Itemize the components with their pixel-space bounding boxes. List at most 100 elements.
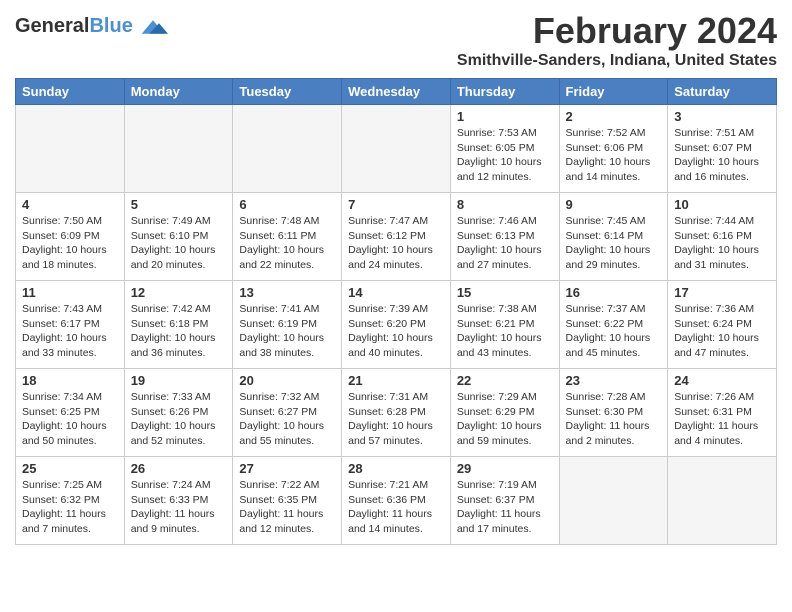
calendar-cell: 12 Sunrise: 7:42 AM Sunset: 6:18 PM Dayli… [124,281,233,369]
calendar-cell: 20Sunrise: 7:32 AM Sunset: 6:27 PM Dayli… [233,369,342,457]
calendar-cell: 18 Sunrise: 7:34 AM Sunset: 6:25 PM Dayli… [16,369,125,457]
day-info: Sunrise: 7:19 AM Sunset: 6:37 PM Dayligh… [457,478,553,537]
calendar-cell: 3 Sunrise: 7:51 AM Sunset: 6:07 PM Daylig… [668,105,777,193]
logo-text: GeneralBlue [15,15,133,38]
calendar-cell: 17 Sunrise: 7:36 AM Sunset: 6:24 PM Dayli… [668,281,777,369]
day-info: Sunrise: 7:45 AM Sunset: 6:14 PM Dayligh… [566,214,662,273]
day-number: 25 [22,461,118,476]
header-thursday: Thursday [450,79,559,105]
day-number: 2 [566,109,662,124]
week-row-1: 1 Sunrise: 7:53 AM Sunset: 6:05 PM Daylig… [16,105,777,193]
day-number: 27 [239,461,335,476]
day-info: Sunrise: 7:24 AM Sunset: 6:33 PM Dayligh… [131,478,227,537]
week-row-4: 18 Sunrise: 7:34 AM Sunset: 6:25 PM Dayli… [16,369,777,457]
calendar-cell: 14 Sunrise: 7:39 AM Sunset: 6:20 PM Dayli… [342,281,451,369]
day-number: 26 [131,461,227,476]
calendar-cell: 7 Sunrise: 7:47 AM Sunset: 6:12 PM Daylig… [342,193,451,281]
calendar-cell: 4 Sunrise: 7:50 AM Sunset: 6:09 PM Daylig… [16,193,125,281]
calendar-cell: 11Sunrise: 7:43 AM Sunset: 6:17 PM Dayli… [16,281,125,369]
calendar-cell: 13 Sunrise: 7:41 AM Sunset: 6:19 PM Dayli… [233,281,342,369]
day-number: 1 [457,109,553,124]
day-info: Sunrise: 7:29 AM Sunset: 6:29 PM Dayligh… [457,390,553,449]
calendar-cell: 10 Sunrise: 7:44 AM Sunset: 6:16 PM Dayli… [668,193,777,281]
day-number: 23 [566,373,662,388]
calendar-cell: 28 Sunrise: 7:21 AM Sunset: 6:36 PM Dayli… [342,457,451,545]
calendar-cell: 21 Sunrise: 7:31 AM Sunset: 6:28 PM Dayli… [342,369,451,457]
day-number: 21 [348,373,444,388]
day-number: 17 [674,285,770,300]
calendar-cell: 19 Sunrise: 7:33 AM Sunset: 6:26 PM Dayli… [124,369,233,457]
day-info: Sunrise: 7:46 AM Sunset: 6:13 PM Dayligh… [457,214,553,273]
calendar-cell: 6 Sunrise: 7:48 AM Sunset: 6:11 PM Daylig… [233,193,342,281]
day-info: Sunrise: 7:52 AM Sunset: 6:06 PM Dayligh… [566,126,662,185]
day-number: 4 [22,197,118,212]
day-number: 18 [22,373,118,388]
logo-general: General [15,15,89,37]
header-saturday: Saturday [668,79,777,105]
day-info: Sunrise: 7:28 AM Sunset: 6:30 PM Dayligh… [566,390,662,449]
week-row-5: 25Sunrise: 7:25 AM Sunset: 6:32 PM Dayli… [16,457,777,545]
day-info: Sunrise: 7:37 AM Sunset: 6:22 PM Dayligh… [566,302,662,361]
day-number: 11 [22,285,118,300]
day-info: Sunrise: 7:53 AM Sunset: 6:05 PM Dayligh… [457,126,553,185]
day-info: Sunrise: 7:51 AM Sunset: 6:07 PM Dayligh… [674,126,770,185]
day-info: Sunrise: 7:42 AM Sunset: 6:18 PM Dayligh… [131,302,227,361]
day-number: 28 [348,461,444,476]
day-number: 13 [239,285,335,300]
logo: GeneralBlue [15,15,168,38]
day-info: Sunrise: 7:47 AM Sunset: 6:12 PM Dayligh… [348,214,444,273]
calendar-cell [342,105,451,193]
day-number: 22 [457,373,553,388]
day-info: Sunrise: 7:26 AM Sunset: 6:31 PM Dayligh… [674,390,770,449]
header-sunday: Sunday [16,79,125,105]
logo-icon [138,17,168,37]
month-title: February 2024 [457,10,777,52]
calendar-cell: 22 Sunrise: 7:29 AM Sunset: 6:29 PM Dayli… [450,369,559,457]
day-info: Sunrise: 7:33 AM Sunset: 6:26 PM Dayligh… [131,390,227,449]
day-info: Sunrise: 7:39 AM Sunset: 6:20 PM Dayligh… [348,302,444,361]
day-info: Sunrise: 7:38 AM Sunset: 6:21 PM Dayligh… [457,302,553,361]
day-info: Sunrise: 7:50 AM Sunset: 6:09 PM Dayligh… [22,214,118,273]
day-number: 24 [674,373,770,388]
calendar-cell: 8 Sunrise: 7:46 AM Sunset: 6:13 PM Daylig… [450,193,559,281]
calendar-table: SundayMondayTuesdayWednesdayThursdayFrid… [15,78,777,545]
calendar-cell [668,457,777,545]
day-info: Sunrise: 7:21 AM Sunset: 6:36 PM Dayligh… [348,478,444,537]
day-number: 19 [131,373,227,388]
day-info: Sunrise: 7:49 AM Sunset: 6:10 PM Dayligh… [131,214,227,273]
calendar-cell: 2 Sunrise: 7:52 AM Sunset: 6:06 PM Daylig… [559,105,668,193]
page-header: GeneralBlue February 2024 Smithville-San… [15,10,777,70]
day-number: 12 [131,285,227,300]
calendar-cell: 29Sunrise: 7:19 AM Sunset: 6:37 PM Dayli… [450,457,559,545]
day-number: 14 [348,285,444,300]
day-number: 9 [566,197,662,212]
day-number: 8 [457,197,553,212]
calendar-cell: 15 Sunrise: 7:38 AM Sunset: 6:21 PM Dayli… [450,281,559,369]
day-info: Sunrise: 7:36 AM Sunset: 6:24 PM Dayligh… [674,302,770,361]
day-info: Sunrise: 7:34 AM Sunset: 6:25 PM Dayligh… [22,390,118,449]
calendar-cell [16,105,125,193]
week-row-2: 4 Sunrise: 7:50 AM Sunset: 6:09 PM Daylig… [16,193,777,281]
calendar-cell: 25Sunrise: 7:25 AM Sunset: 6:32 PM Dayli… [16,457,125,545]
calendar-header-row: SundayMondayTuesdayWednesdayThursdayFrid… [16,79,777,105]
day-number: 5 [131,197,227,212]
day-number: 6 [239,197,335,212]
day-info: Sunrise: 7:22 AM Sunset: 6:35 PM Dayligh… [239,478,335,537]
day-info: Sunrise: 7:44 AM Sunset: 6:16 PM Dayligh… [674,214,770,273]
calendar-cell [124,105,233,193]
day-number: 10 [674,197,770,212]
calendar-cell [233,105,342,193]
day-info: Sunrise: 7:31 AM Sunset: 6:28 PM Dayligh… [348,390,444,449]
day-number: 7 [348,197,444,212]
header-monday: Monday [124,79,233,105]
title-area: February 2024 Smithville-Sanders, Indian… [457,10,777,70]
header-tuesday: Tuesday [233,79,342,105]
day-info: Sunrise: 7:41 AM Sunset: 6:19 PM Dayligh… [239,302,335,361]
calendar-cell: 16Sunrise: 7:37 AM Sunset: 6:22 PM Dayli… [559,281,668,369]
logo-blue: Blue [89,15,132,37]
day-number: 15 [457,285,553,300]
day-info: Sunrise: 7:48 AM Sunset: 6:11 PM Dayligh… [239,214,335,273]
day-info: Sunrise: 7:32 AM Sunset: 6:27 PM Dayligh… [239,390,335,449]
calendar-cell: 9 Sunrise: 7:45 AM Sunset: 6:14 PM Daylig… [559,193,668,281]
day-number: 3 [674,109,770,124]
